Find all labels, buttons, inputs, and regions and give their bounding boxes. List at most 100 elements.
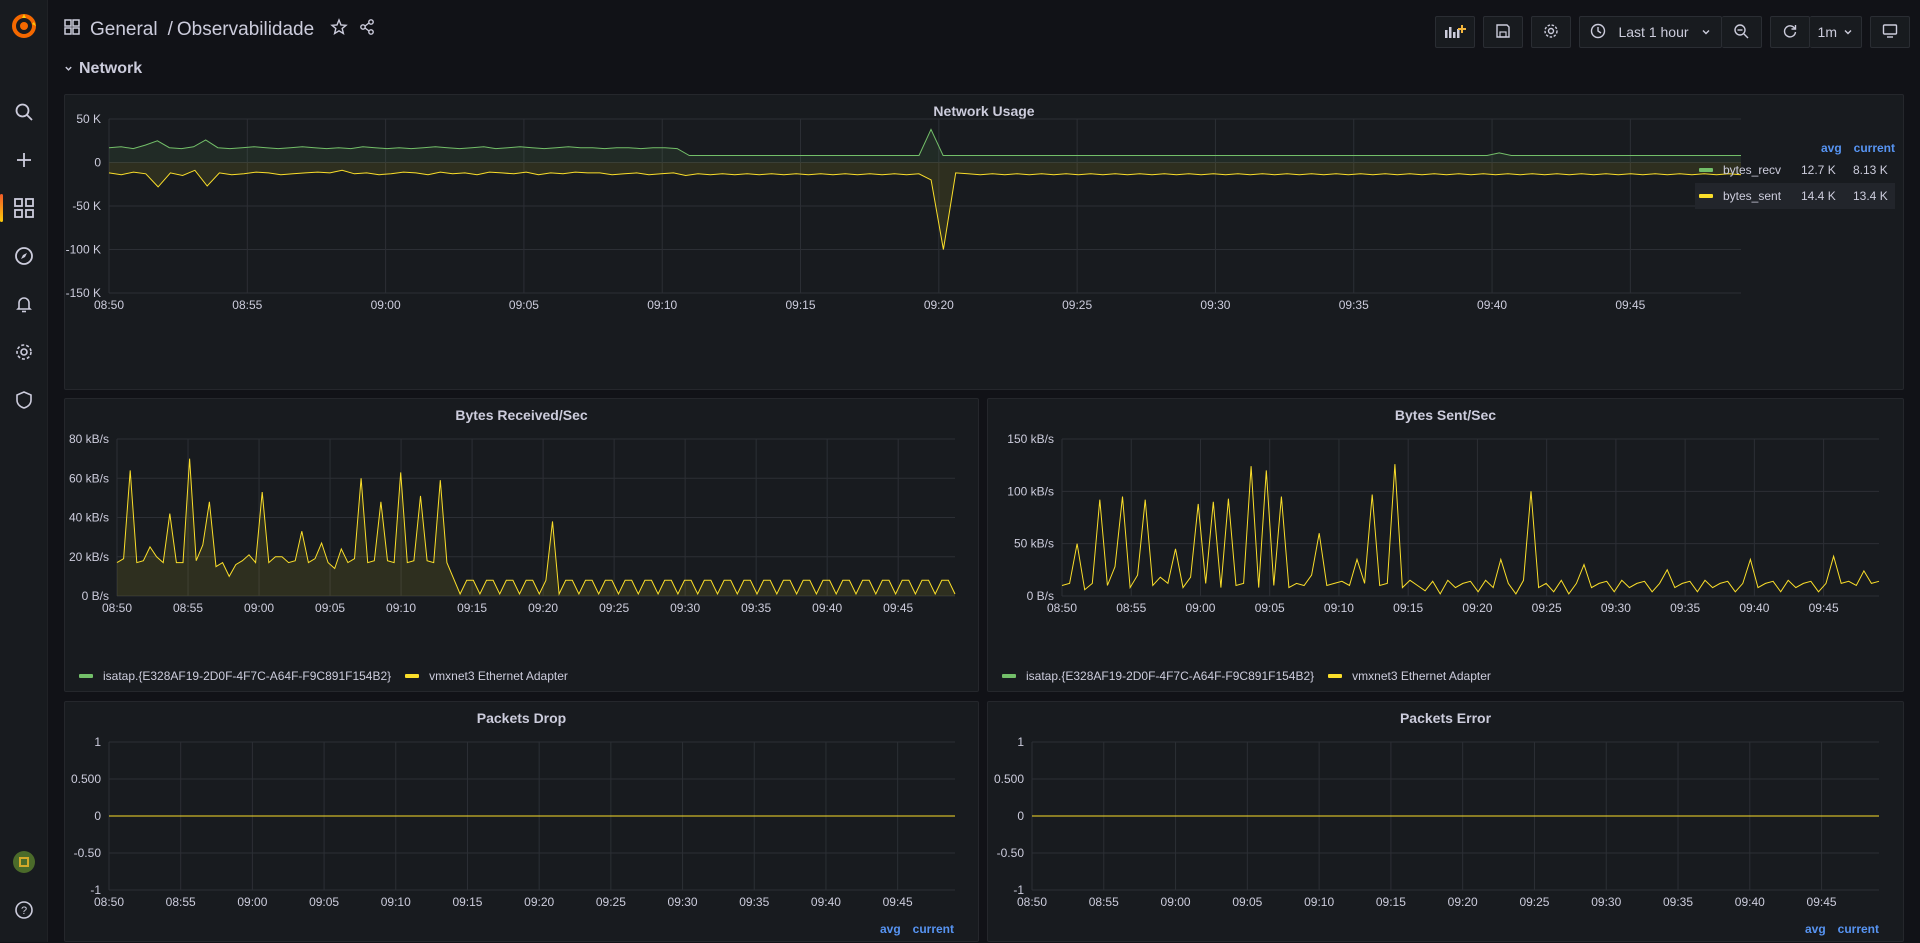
dashboard-settings-button[interactable]	[1531, 16, 1572, 48]
y-tick-label: 20 kB/s	[69, 550, 109, 564]
top-bar: General / Observabilidade Last 1 hour 1m	[48, 0, 1920, 64]
search-icon[interactable]	[0, 92, 48, 132]
tv-mode-icon	[1882, 23, 1898, 42]
legend-avg-value: 12.7 K	[1801, 163, 1836, 177]
panel-packets-error: Packets Error 1 0.500 0 -0.50 -1 08:50 08:55 09…	[987, 701, 1904, 942]
x-tick-label: 09:15	[452, 895, 482, 909]
user-avatar-icon[interactable]	[0, 842, 48, 882]
y-tick-label: -100 K	[66, 243, 101, 257]
x-tick-label: 08:55	[232, 298, 262, 312]
series-area	[109, 129, 1741, 163]
grafana-logo-icon[interactable]	[10, 12, 38, 40]
zoom-out-icon	[1733, 23, 1749, 42]
legend-series-name: bytes_sent	[1723, 189, 1782, 203]
save-icon	[1495, 23, 1511, 42]
x-tick-label: 09:20	[924, 298, 954, 312]
chevron-down-icon	[1701, 24, 1711, 40]
side-menu: ?	[0, 0, 48, 942]
legend-avg-value: 14.4 K	[1801, 189, 1836, 203]
x-tick-label: 09:45	[1615, 298, 1645, 312]
x-tick-label: 09:05	[1232, 895, 1262, 909]
alert-bell-icon[interactable]	[0, 284, 48, 324]
x-tick-label: 09:30	[1200, 298, 1230, 312]
share-icon[interactable]	[358, 18, 376, 42]
legend-label: vmxnet3 Ethernet Adapter	[1352, 669, 1491, 683]
x-tick-label: 09:20	[528, 601, 558, 615]
star-icon[interactable]	[330, 18, 348, 42]
dashboard-toolbar: Last 1 hour 1m	[1435, 16, 1910, 48]
legend-item[interactable]: vmxnet3 Ethernet Adapter	[1328, 669, 1491, 683]
x-tick-label: 08:50	[1047, 601, 1077, 615]
bytes-received-chart: 80 kB/s60 kB/s40 kB/s20 kB/s0 B/s08:50 08…	[69, 432, 956, 615]
legend-col-avg[interactable]: avg	[880, 922, 901, 936]
x-tick-label: 09:00	[371, 298, 401, 312]
legend-item[interactable]: vmxnet3 Ethernet Adapter	[405, 669, 568, 683]
x-tick-label: 09:10	[386, 601, 416, 615]
legend-item[interactable]: isatap.{E328AF19-2D0F-4F7C-A64F-F9C891F1…	[1002, 669, 1314, 683]
legend-row[interactable]: bytes_recv 12.7 K 8.13 K	[1695, 157, 1895, 183]
series-line	[108, 169, 1742, 250]
x-tick-label: 09:35	[739, 895, 769, 909]
plus-icon[interactable]	[0, 140, 48, 180]
legend-col-current[interactable]: current	[1838, 922, 1879, 936]
y-tick-label: 40 kB/s	[69, 511, 109, 525]
x-tick-label: 09:45	[1807, 895, 1837, 909]
x-tick-label: 09:40	[812, 601, 842, 615]
x-tick-label: 08:55	[1089, 895, 1119, 909]
shield-icon[interactable]	[0, 380, 48, 420]
legend-swatch	[1699, 168, 1713, 172]
legend-series-name: bytes_recv	[1723, 163, 1782, 177]
row-header[interactable]: Network	[64, 60, 142, 78]
y-tick-label: 50 kB/s	[1014, 537, 1054, 551]
x-tick-label: 09:25	[596, 895, 626, 909]
legend-item[interactable]: isatap.{E328AF19-2D0F-4F7C-A64F-F9C891F1…	[79, 669, 391, 683]
legend-col-avg[interactable]: avg	[1805, 922, 1826, 936]
legend-label: isatap.{E328AF19-2D0F-4F7C-A64F-F9C891F1…	[103, 669, 392, 683]
y-tick-label: 0.500	[994, 772, 1024, 786]
dashboards-icon[interactable]	[0, 188, 48, 228]
panel-bytes-received: Bytes Received/Sec 80 kB/s 60 kB/s 40 kB/s…	[64, 398, 979, 692]
legend-table: avg current bytes_recv 12.7 K 8.13 K byt…	[1695, 139, 1895, 209]
x-tick-label: 08:55	[166, 895, 196, 909]
breadcrumb-folder[interactable]: General	[90, 19, 158, 41]
legend-col-current[interactable]: current	[1854, 141, 1895, 155]
x-tick-label: 09:15	[1393, 601, 1423, 615]
x-tick-label: 09:40	[1739, 601, 1769, 615]
dashboard-title[interactable]: Observabilidade	[177, 19, 314, 41]
x-tick-label: 09:40	[1477, 298, 1507, 312]
legend-current-value: 13.4 K	[1853, 189, 1888, 203]
explore-icon[interactable]	[0, 236, 48, 276]
legend-header: avg current	[1695, 139, 1895, 157]
legend-row[interactable]: bytes_sent 14.4 K 13.4 K	[1695, 183, 1895, 209]
tv-mode-button[interactable]	[1870, 16, 1910, 48]
x-tick-label: 08:50	[1017, 895, 1047, 909]
help-icon[interactable]: ?	[0, 890, 48, 930]
legend-swatch	[1699, 194, 1713, 198]
refresh-interval-picker[interactable]: 1m	[1809, 16, 1862, 48]
zoom-out-button[interactable]	[1721, 16, 1762, 48]
time-picker-button[interactable]: Last 1 hour	[1579, 16, 1722, 48]
x-tick-label: 08:50	[94, 895, 124, 909]
refresh-interval-label: 1m	[1817, 24, 1837, 40]
x-tick-label: 09:40	[811, 895, 841, 909]
x-tick-label: 09:25	[599, 601, 629, 615]
legend-col-current[interactable]: current	[913, 922, 954, 936]
x-tick-label: 09:00	[244, 601, 274, 615]
legend: isatap.{E328AF19-2D0F-4F7C-A64F-F9C891F1…	[1002, 669, 1491, 683]
x-tick-label: 09:05	[315, 601, 345, 615]
y-tick-label: 0	[1017, 809, 1024, 823]
refresh-button[interactable]	[1769, 16, 1810, 48]
legend-col-avg[interactable]: avg	[1821, 141, 1842, 155]
x-tick-label: 08:55	[1116, 601, 1146, 615]
panel-network-usage: Network Usage 50 K 0 -50 K -100 K -150 K 08:5…	[64, 94, 1904, 390]
x-tick-label: 09:10	[1324, 601, 1354, 615]
add-panel-button[interactable]	[1435, 16, 1476, 48]
legend-label: isatap.{E328AF19-2D0F-4F7C-A64F-F9C891F1…	[1026, 669, 1315, 683]
x-tick-label: 09:30	[670, 601, 700, 615]
chevron-down-icon	[64, 60, 73, 78]
legend-swatch	[1002, 674, 1016, 678]
gear-icon[interactable]	[0, 332, 48, 372]
y-tick-label: -0.50	[74, 846, 102, 860]
save-dashboard-button[interactable]	[1483, 16, 1524, 48]
breadcrumb: General / Observabilidade	[64, 18, 376, 42]
